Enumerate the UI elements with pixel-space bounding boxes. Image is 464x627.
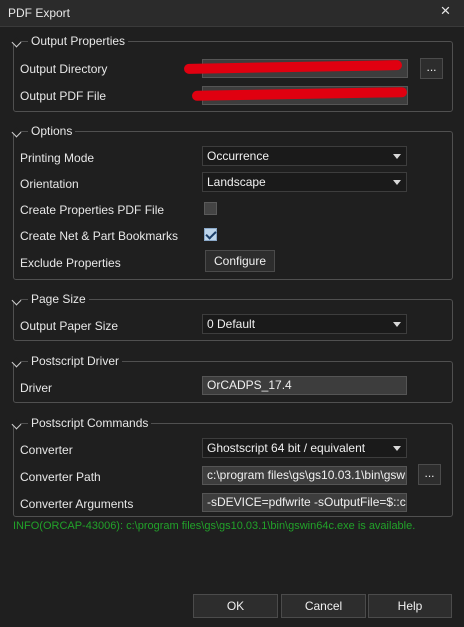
orientation-select[interactable]: Landscape: [202, 172, 407, 192]
check-icon: [205, 228, 217, 240]
net-part-bookmarks-checkbox[interactable]: [204, 228, 217, 241]
ok-button[interactable]: OK: [193, 594, 278, 618]
printing-mode-select[interactable]: Occurrence: [202, 146, 407, 166]
output-pdf-file-label: Output PDF File: [20, 89, 107, 103]
driver-input[interactable]: OrCADPS_17.4: [202, 376, 407, 395]
output-paper-size-label: Output Paper Size: [20, 319, 119, 333]
cancel-button[interactable]: Cancel: [281, 594, 366, 618]
output-directory-label: Output Directory: [20, 62, 108, 76]
configure-button[interactable]: Configure: [205, 250, 275, 272]
chevron-down-icon: [393, 154, 401, 159]
postscript-commands-title: Postscript Commands: [28, 416, 152, 430]
postscript-commands-group: Postscript Commands Converter Ghostscrip…: [11, 416, 453, 517]
chevron-down-icon: [393, 180, 401, 185]
printing-mode-label: Printing Mode: [20, 151, 95, 165]
chevron-down-icon: [393, 446, 401, 451]
create-properties-pdf-label: Create Properties PDF File: [20, 203, 165, 217]
converter-label: Converter: [20, 443, 73, 457]
exclude-properties-label: Exclude Properties: [20, 256, 121, 270]
output-properties-group: Output Properties Output Directory ... O…: [11, 34, 453, 112]
converter-arguments-input[interactable]: -sDEVICE=pdfwrite -sOutputFile=$::capPdf…: [202, 493, 407, 512]
collapse-chevron-icon[interactable]: [11, 37, 22, 48]
page-size-group: Page Size Output Paper Size 0 Default: [11, 292, 453, 341]
orientation-label: Orientation: [20, 177, 79, 191]
help-button[interactable]: Help: [368, 594, 452, 618]
converter-select[interactable]: Ghostscript 64 bit / equivalent: [202, 438, 407, 458]
converter-path-browse-button[interactable]: ...: [418, 464, 441, 485]
close-button[interactable]: ×: [427, 0, 464, 26]
window-title: PDF Export: [8, 6, 71, 20]
converter-path-label: Converter Path: [20, 470, 101, 484]
output-properties-title: Output Properties: [28, 34, 129, 48]
page-size-title: Page Size: [28, 292, 89, 306]
collapse-chevron-icon[interactable]: [11, 419, 22, 430]
net-part-bookmarks-label: Create Net & Part Bookmarks: [20, 229, 179, 243]
postscript-driver-title: Postscript Driver: [28, 354, 123, 368]
close-icon: ×: [440, 1, 451, 20]
output-directory-browse-button[interactable]: ...: [420, 58, 443, 79]
chevron-down-icon: [393, 322, 401, 327]
postscript-driver-group: Postscript Driver Driver OrCADPS_17.4: [11, 354, 453, 403]
options-group: Options Printing Mode Occurrence Orienta…: [11, 124, 453, 280]
collapse-chevron-icon[interactable]: [11, 295, 22, 306]
converter-arguments-label: Converter Arguments: [20, 497, 134, 511]
converter-path-input[interactable]: c:\program files\gs\gs10.03.1\bin\gswin6…: [202, 466, 407, 485]
output-paper-size-select[interactable]: 0 Default: [202, 314, 407, 334]
collapse-chevron-icon[interactable]: [11, 357, 22, 368]
create-properties-pdf-checkbox[interactable]: [204, 202, 217, 215]
info-status-text: INFO(ORCAP-43006): c:\program files\gs\g…: [13, 520, 416, 532]
driver-label: Driver: [20, 381, 52, 395]
collapse-chevron-icon[interactable]: [11, 127, 22, 138]
options-title: Options: [28, 124, 76, 138]
title-bar: PDF Export ×: [0, 0, 464, 27]
